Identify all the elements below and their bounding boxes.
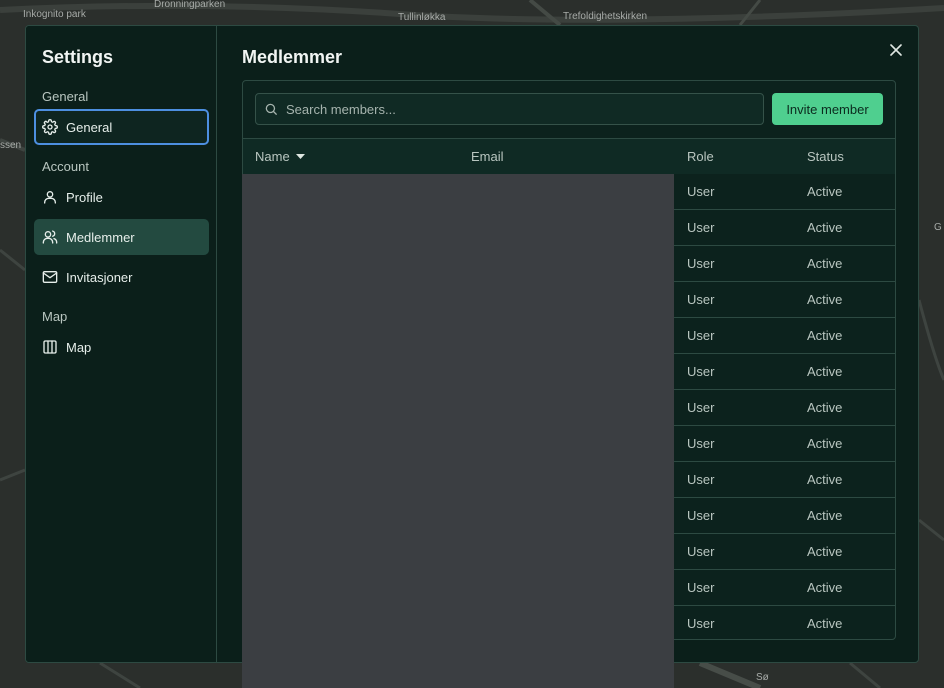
settings-sidebar: Settings General General Account Profile <box>26 26 217 662</box>
sort-descending-icon <box>295 153 305 159</box>
map-label: ssen <box>0 140 22 151</box>
sidebar-item-medlemmer[interactable]: Medlemmer <box>34 219 209 255</box>
mail-icon <box>42 271 58 283</box>
members-toolbar: Invite member <box>243 81 895 138</box>
users-icon <box>42 230 58 244</box>
role-cell: User <box>687 184 715 199</box>
role-cell: User <box>687 436 715 451</box>
sidebar-item-label: Profile <box>66 189 103 205</box>
close-icon <box>890 44 902 56</box>
column-header-email[interactable]: Email <box>471 149 504 164</box>
sidebar-item-label: Invitasjoner <box>66 269 133 285</box>
user-icon <box>44 191 56 204</box>
sidebar-item-map[interactable]: Map <box>34 329 209 365</box>
status-cell: Active <box>807 328 843 343</box>
role-cell: User <box>687 256 715 271</box>
status-cell: Active <box>807 544 843 559</box>
map-icon <box>43 340 57 354</box>
role-cell: User <box>687 472 715 487</box>
sidebar-item-general[interactable]: General <box>34 109 209 145</box>
column-header-label: Email <box>471 149 504 164</box>
map-label: G <box>934 222 942 233</box>
status-cell: Active <box>807 184 843 199</box>
column-header-status[interactable]: Status <box>807 149 844 164</box>
status-cell: Active <box>807 400 843 415</box>
map-label: Dronningparken <box>154 0 226 10</box>
map-label: Sø <box>756 672 769 683</box>
invite-member-button[interactable]: Invite member <box>772 93 883 125</box>
sidebar-title: Settings <box>42 47 114 67</box>
status-cell: Active <box>807 472 843 487</box>
status-cell: Active <box>807 508 843 523</box>
map-label: Trefoldighetskirken <box>563 11 648 22</box>
role-cell: User <box>687 580 715 595</box>
page-title: Medlemmer <box>242 47 343 67</box>
search-input[interactable] <box>286 101 746 117</box>
column-header-label: Status <box>807 149 844 164</box>
group-label-general: General <box>42 89 89 104</box>
search-icon <box>265 103 277 115</box>
role-cell: User <box>687 616 715 631</box>
sidebar-item-label: Map <box>66 339 92 355</box>
search-box[interactable] <box>255 93 764 125</box>
sidebar-item-invitasjoner[interactable]: Invitasjoner <box>34 259 209 295</box>
sidebar-item-label: Medlemmer <box>66 229 135 245</box>
status-cell: Active <box>807 256 843 271</box>
sidebar-item-label: General <box>66 119 113 135</box>
role-cell: User <box>687 328 715 343</box>
gear-icon <box>42 119 58 135</box>
table-header: Name Email Role Status <box>243 138 895 174</box>
role-cell: User <box>687 364 715 379</box>
close-button[interactable] <box>888 42 904 58</box>
map-label: Tullinløkka <box>398 12 446 23</box>
role-cell: User <box>687 400 715 415</box>
status-cell: Active <box>807 580 843 595</box>
status-cell: Active <box>807 220 843 235</box>
role-cell: User <box>687 544 715 559</box>
role-cell: User <box>687 508 715 523</box>
group-label-map: Map <box>42 309 68 324</box>
column-header-label: Role <box>687 149 714 164</box>
status-cell: Active <box>807 436 843 451</box>
status-cell: Active <box>807 292 843 307</box>
status-cell: Active <box>807 364 843 379</box>
role-cell: User <box>687 292 715 307</box>
role-cell: User <box>687 220 715 235</box>
column-header-name[interactable]: Name <box>255 149 305 164</box>
redacted-area <box>242 174 674 688</box>
map-label: Inkognito park <box>23 9 86 20</box>
column-header-role[interactable]: Role <box>687 149 714 164</box>
column-header-label: Name <box>255 149 290 164</box>
group-label-account: Account <box>42 159 89 174</box>
status-cell: Active <box>807 616 843 631</box>
sidebar-item-profile[interactable]: Profile <box>34 179 209 215</box>
